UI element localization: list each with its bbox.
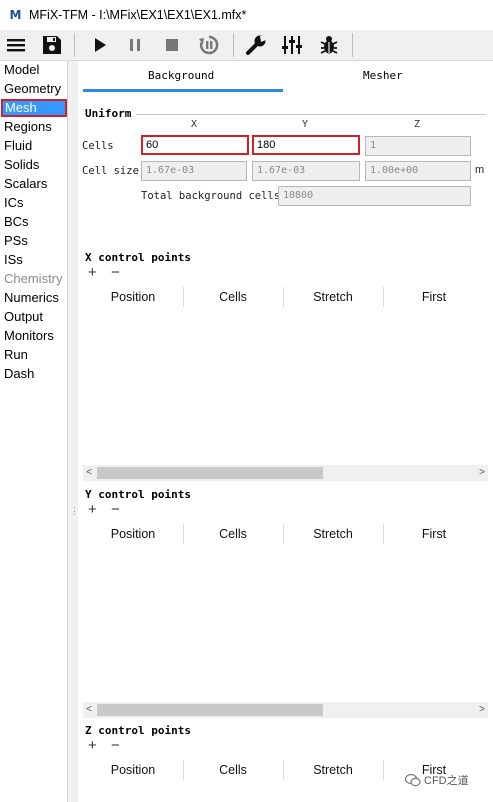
reset-icon[interactable] — [196, 32, 222, 58]
y-add-button[interactable]: + — [88, 502, 97, 517]
y-control-points-title: Y control points — [85, 488, 191, 501]
z-remove-button[interactable]: − — [111, 738, 120, 753]
sidebar-item-monitors[interactable]: Monitors — [2, 327, 66, 345]
save-icon[interactable] — [39, 32, 65, 58]
watermark: CFD之道 — [405, 772, 469, 788]
cells-z-input[interactable]: 1 — [365, 136, 471, 156]
sidebar-item-solids[interactable]: Solids — [2, 156, 66, 174]
mesh-panel: Background Mesher Uniform X Y Z Cells 60… — [78, 61, 493, 802]
x-horizontal-scrollbar[interactable]: < > — [83, 465, 488, 481]
z-control-points-title: Z control points — [85, 724, 191, 737]
sidebar-item-regions[interactable]: Regions — [2, 118, 66, 136]
sidebar-item-geometry[interactable]: Geometry — [2, 80, 66, 98]
column-header-first[interactable]: First — [383, 521, 485, 547]
y-remove-button[interactable]: − — [111, 502, 120, 517]
sidebar-item-dash[interactable]: Dash — [2, 365, 66, 383]
x-control-points-title: X control points — [85, 251, 191, 264]
y-control-points-table-header: Position Cells Stretch First — [83, 521, 485, 547]
tab-mesher[interactable]: Mesher — [363, 69, 403, 82]
cells-y-input[interactable]: 180 — [252, 135, 360, 155]
sidebar-item-mesh[interactable]: Mesh — [1, 99, 67, 117]
stop-icon[interactable] — [159, 32, 185, 58]
x-control-points-table-header: Position Cells Stretch First — [83, 284, 485, 310]
sidebar-item-iss[interactable]: ISs — [2, 251, 66, 269]
sidebar-item-model[interactable]: Model — [2, 61, 66, 79]
x-remove-button[interactable]: − — [111, 265, 120, 280]
cells-label: Cells — [82, 140, 114, 152]
window-title: MFiX-TFM - I:\MFix\EX1\EX1\EX1.mfx* — [29, 8, 247, 22]
toolbar-separator — [74, 33, 75, 57]
active-tab-indicator — [83, 89, 283, 92]
bug-icon[interactable] — [316, 32, 342, 58]
column-header-cells[interactable]: Cells — [183, 521, 283, 547]
z-add-button[interactable]: + — [88, 738, 97, 753]
mfix-logo-icon: M — [9, 8, 22, 22]
column-header-cells[interactable]: Cells — [183, 284, 283, 310]
column-header-position[interactable]: Position — [83, 521, 183, 547]
sidebar-nav: Model Geometry Mesh Regions Fluid Solids Scala… — [0, 61, 68, 802]
column-header-cells[interactable]: Cells — [183, 757, 283, 783]
total-cells-field: 10800 — [278, 186, 471, 206]
pause-icon[interactable] — [122, 32, 148, 58]
wrench-icon[interactable] — [243, 32, 269, 58]
sliders-icon[interactable] — [279, 32, 305, 58]
wechat-icon — [405, 773, 421, 787]
toolbar-separator — [352, 33, 353, 57]
column-header-stretch[interactable]: Stretch — [283, 757, 383, 783]
scroll-left-icon[interactable]: < — [83, 702, 95, 718]
column-header-position[interactable]: Position — [83, 757, 183, 783]
sidebar-item-numerics[interactable]: Numerics — [2, 289, 66, 307]
sidebar-item-bcs[interactable]: BCs — [2, 213, 66, 231]
sidebar-item-fluid[interactable]: Fluid — [2, 137, 66, 155]
menu-icon[interactable] — [3, 32, 29, 58]
uniform-section-title: Uniform — [85, 107, 132, 120]
cell-size-x-field: 1.67e-03 — [141, 161, 247, 181]
cell-size-z-field: 1.00e+00 — [365, 161, 471, 181]
toolbar-separator — [233, 33, 234, 57]
sidebar-item-pss[interactable]: PSs — [2, 232, 66, 250]
y-axis-header: Y — [302, 119, 309, 130]
scrollbar-thumb[interactable] — [97, 467, 323, 479]
cells-x-input[interactable]: 60 — [141, 135, 249, 155]
scrollbar-thumb[interactable] — [97, 704, 323, 716]
column-header-stretch[interactable]: Stretch — [283, 284, 383, 310]
splitter-handle[interactable]: ⋮ — [70, 506, 79, 516]
cell-size-y-field: 1.67e-03 — [252, 161, 360, 181]
column-header-position[interactable]: Position — [83, 284, 183, 310]
sidebar-item-ics[interactable]: ICs — [2, 194, 66, 212]
column-header-stretch[interactable]: Stretch — [283, 521, 383, 547]
total-cells-label: Total background cells — [141, 190, 281, 202]
sidebar-item-run[interactable]: Run — [2, 346, 66, 364]
scroll-right-icon[interactable]: > — [476, 465, 488, 481]
title-bar: M MFiX-TFM - I:\MFix\EX1\EX1\EX1.mfx* — [0, 0, 493, 30]
cell-size-unit: m — [475, 164, 485, 176]
sidebar-item-output[interactable]: Output — [2, 308, 66, 326]
watermark-text: CFD之道 — [424, 775, 469, 787]
y-horizontal-scrollbar[interactable]: < > — [83, 702, 488, 718]
cell-size-label: Cell size — [82, 165, 139, 177]
sidebar-item-scalars[interactable]: Scalars — [2, 175, 66, 193]
column-header-first[interactable]: First — [383, 284, 485, 310]
section-divider — [136, 114, 486, 115]
toolbar — [0, 30, 493, 61]
x-add-button[interactable]: + — [88, 265, 97, 280]
scroll-right-icon[interactable]: > — [476, 702, 488, 718]
scroll-left-icon[interactable]: < — [83, 465, 95, 481]
tab-background[interactable]: Background — [148, 69, 214, 82]
sidebar-item-chemistry[interactable]: Chemistry — [2, 270, 66, 288]
x-axis-header: X — [191, 119, 198, 130]
z-axis-header: Z — [414, 119, 421, 130]
play-icon[interactable] — [87, 32, 113, 58]
